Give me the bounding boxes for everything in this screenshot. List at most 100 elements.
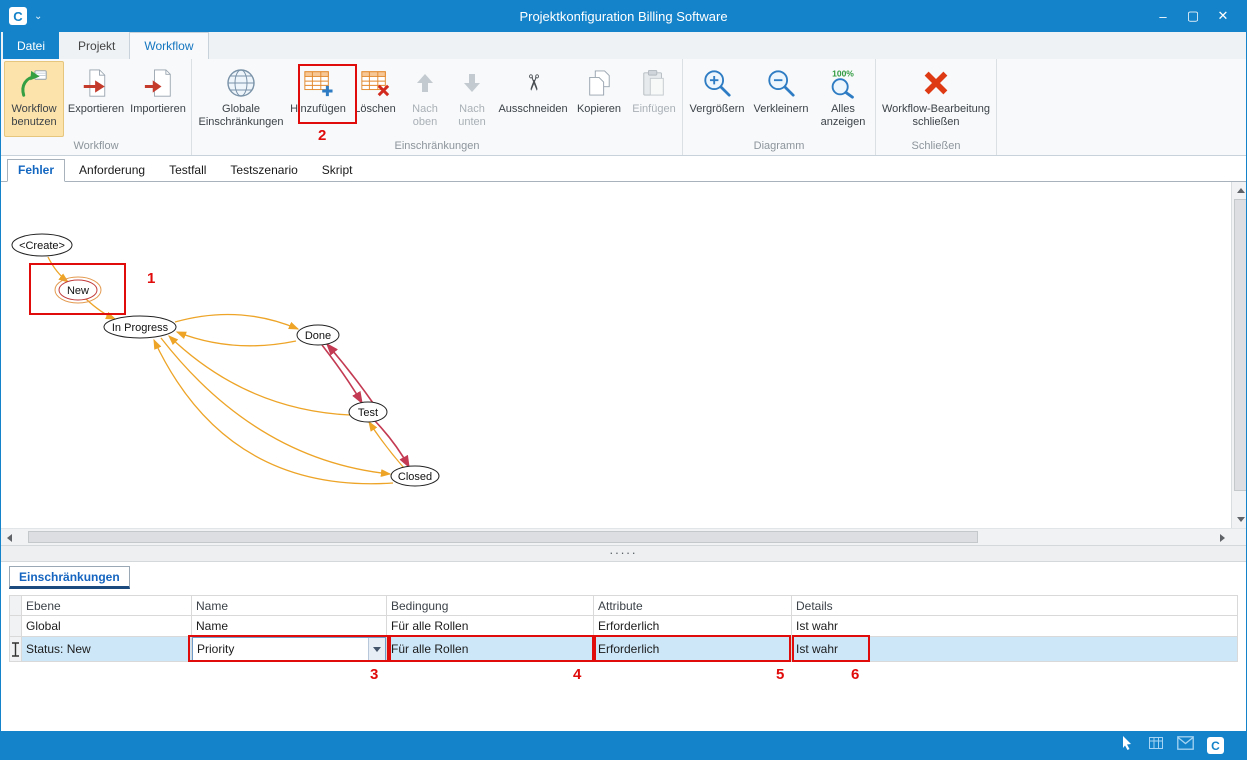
column-header-name[interactable]: Name bbox=[192, 596, 387, 616]
scroll-up-arrow-icon[interactable] bbox=[1232, 182, 1247, 199]
grid-icon[interactable] bbox=[1148, 735, 1164, 756]
add-constraint-label: Hinzufügen bbox=[290, 103, 346, 116]
cell-details[interactable]: Ist wahr bbox=[792, 616, 1238, 637]
import-label: Importieren bbox=[130, 103, 186, 116]
maximize-button[interactable]: ▢ bbox=[1178, 5, 1208, 27]
show-all-label: Alles anzeigen bbox=[816, 103, 870, 128]
cell-attribute[interactable]: Erforderlich bbox=[594, 616, 792, 637]
cut-button[interactable]: ✂ Ausschneiden bbox=[497, 61, 569, 137]
show-all-button[interactable]: 100% Alles anzeigen bbox=[814, 61, 872, 137]
cell-name[interactable]: Name bbox=[192, 616, 387, 637]
svg-text:100%: 100% bbox=[832, 68, 854, 78]
add-constraint-button[interactable]: Hinzufügen bbox=[289, 61, 347, 137]
delete-table-icon bbox=[360, 66, 390, 100]
node-done[interactable]: Done bbox=[297, 325, 339, 345]
move-down-button[interactable]: Nach unten bbox=[449, 61, 495, 137]
zoom-in-button[interactable]: Vergrößern bbox=[686, 61, 748, 137]
close-button[interactable]: ✕ bbox=[1208, 5, 1238, 27]
vscroll-thumb[interactable] bbox=[1234, 199, 1247, 491]
use-workflow-button[interactable]: Workflow benutzen bbox=[4, 61, 64, 137]
panel-splitter[interactable]: ..... bbox=[1, 545, 1246, 562]
zoom-out-icon bbox=[766, 66, 796, 100]
cell-ebene[interactable]: Global bbox=[22, 616, 192, 637]
node-test[interactable]: Test bbox=[349, 402, 387, 422]
move-up-button[interactable]: Nach oben bbox=[403, 61, 447, 137]
node-new[interactable]: New bbox=[55, 277, 101, 303]
titlebar: C ⌄ Projektkonfiguration Billing Softwar… bbox=[1, 0, 1246, 32]
workflow-diagram-canvas[interactable]: <Create> New In Progress Done Tes bbox=[1, 182, 1247, 528]
tab-testszenario[interactable]: Testszenario bbox=[220, 160, 307, 181]
use-workflow-label: Workflow benutzen bbox=[6, 103, 62, 128]
node-create[interactable]: <Create> bbox=[12, 234, 72, 256]
constraints-table: Ebene Name Bedingung Attribute Details G… bbox=[9, 595, 1238, 662]
scrollbar-corner bbox=[1231, 529, 1247, 546]
cell-attribute[interactable]: Erforderlich bbox=[594, 637, 792, 662]
row-indicator bbox=[10, 616, 22, 637]
tab-anforderung[interactable]: Anforderung bbox=[69, 160, 155, 181]
workflow-transitions[interactable] bbox=[48, 257, 409, 484]
diagram-vertical-scrollbar[interactable] bbox=[1231, 182, 1247, 528]
scissors-icon: ✂ bbox=[524, 66, 542, 100]
quick-access-caret-icon[interactable]: ⌄ bbox=[34, 11, 42, 22]
cell-name[interactable]: Priority bbox=[192, 637, 387, 662]
cell-ebene[interactable]: Status: New bbox=[22, 637, 192, 662]
tab-fehler[interactable]: Fehler bbox=[7, 159, 65, 182]
ribbon-tab-strip: Datei Projekt Workflow bbox=[1, 32, 1246, 59]
pointer-icon[interactable] bbox=[1119, 735, 1135, 756]
move-down-label: Nach unten bbox=[451, 103, 493, 128]
ribbon-group-close: Workflow-Bearbeitung schließen Schließen bbox=[876, 59, 997, 155]
priority-combobox-value: Priority bbox=[193, 642, 368, 656]
import-button[interactable]: Importieren bbox=[128, 61, 188, 137]
table-header-row: Ebene Name Bedingung Attribute Details bbox=[10, 596, 1238, 616]
minimize-button[interactable]: – bbox=[1148, 5, 1178, 27]
delete-constraint-button[interactable]: Löschen bbox=[349, 61, 401, 137]
tab-workflow[interactable]: Workflow bbox=[129, 32, 208, 59]
app-window: C ⌄ Projektkonfiguration Billing Softwar… bbox=[0, 0, 1247, 760]
ribbon-group-constraints: Globale Einschränkungen Hinzufügen Lösch… bbox=[192, 59, 683, 155]
tab-skript[interactable]: Skript bbox=[312, 160, 363, 181]
zoom-in-label: Vergrößern bbox=[689, 103, 744, 116]
cell-bedingung[interactable]: Für alle Rollen bbox=[387, 616, 594, 637]
cell-details[interactable]: Ist wahr bbox=[792, 637, 1238, 662]
mail-icon[interactable] bbox=[1177, 736, 1194, 755]
app-logo-icon[interactable]: C bbox=[9, 7, 27, 25]
priority-combobox[interactable]: Priority bbox=[192, 637, 386, 661]
move-up-label: Nach oben bbox=[405, 103, 445, 128]
copy-label: Kopieren bbox=[577, 103, 621, 116]
red-x-icon bbox=[921, 66, 951, 100]
use-workflow-icon bbox=[19, 66, 49, 100]
zoom-out-label: Verkleinern bbox=[753, 103, 808, 116]
tab-datei[interactable]: Datei bbox=[3, 32, 59, 59]
paste-button[interactable]: Einfügen bbox=[629, 61, 679, 137]
ribbon-group-label-workflow: Workflow bbox=[4, 137, 188, 155]
scroll-down-arrow-icon[interactable] bbox=[1232, 511, 1247, 528]
column-header-details[interactable]: Details bbox=[792, 596, 1238, 616]
global-constraints-button[interactable]: Globale Einschränkungen bbox=[195, 61, 287, 137]
table-row-global[interactable]: Global Name Für alle Rollen Erforderlich… bbox=[10, 616, 1238, 637]
cell-bedingung[interactable]: Für alle Rollen bbox=[387, 637, 594, 662]
close-workflow-editor-button[interactable]: Workflow-Bearbeitung schließen bbox=[879, 61, 993, 137]
export-label: Exportieren bbox=[68, 103, 124, 116]
node-closed[interactable]: Closed bbox=[391, 466, 439, 486]
hscroll-thumb[interactable] bbox=[28, 531, 978, 543]
scroll-left-arrow-icon[interactable] bbox=[1, 529, 18, 546]
tab-testfall[interactable]: Testfall bbox=[159, 160, 216, 181]
column-header-attribute[interactable]: Attribute bbox=[594, 596, 792, 616]
edit-cursor-icon bbox=[10, 637, 22, 662]
dropdown-chevron-icon[interactable] bbox=[368, 638, 385, 660]
table-row-status-new[interactable]: Status: New Priority Für alle Rollen Erf… bbox=[10, 637, 1238, 662]
tab-projekt[interactable]: Projekt bbox=[64, 32, 129, 59]
app-logo-status-icon[interactable]: C bbox=[1207, 737, 1224, 754]
add-table-icon bbox=[303, 66, 333, 100]
export-button[interactable]: Exportieren bbox=[66, 61, 126, 137]
ribbon: Workflow benutzen Exportieren Importiere… bbox=[1, 59, 1246, 156]
copy-button[interactable]: Kopieren bbox=[571, 61, 627, 137]
column-header-bedingung[interactable]: Bedingung bbox=[387, 596, 594, 616]
zoom-out-button[interactable]: Verkleinern bbox=[750, 61, 812, 137]
column-header-ebene[interactable]: Ebene bbox=[22, 596, 192, 616]
copy-icon bbox=[586, 66, 612, 100]
node-in-progress[interactable]: In Progress bbox=[104, 316, 176, 338]
scroll-right-arrow-icon[interactable] bbox=[1214, 529, 1231, 546]
ribbon-group-diagram: Vergrößern Verkleinern 100% Alles anzeig… bbox=[683, 59, 876, 155]
tab-einschraenkungen[interactable]: Einschränkungen bbox=[9, 566, 130, 589]
